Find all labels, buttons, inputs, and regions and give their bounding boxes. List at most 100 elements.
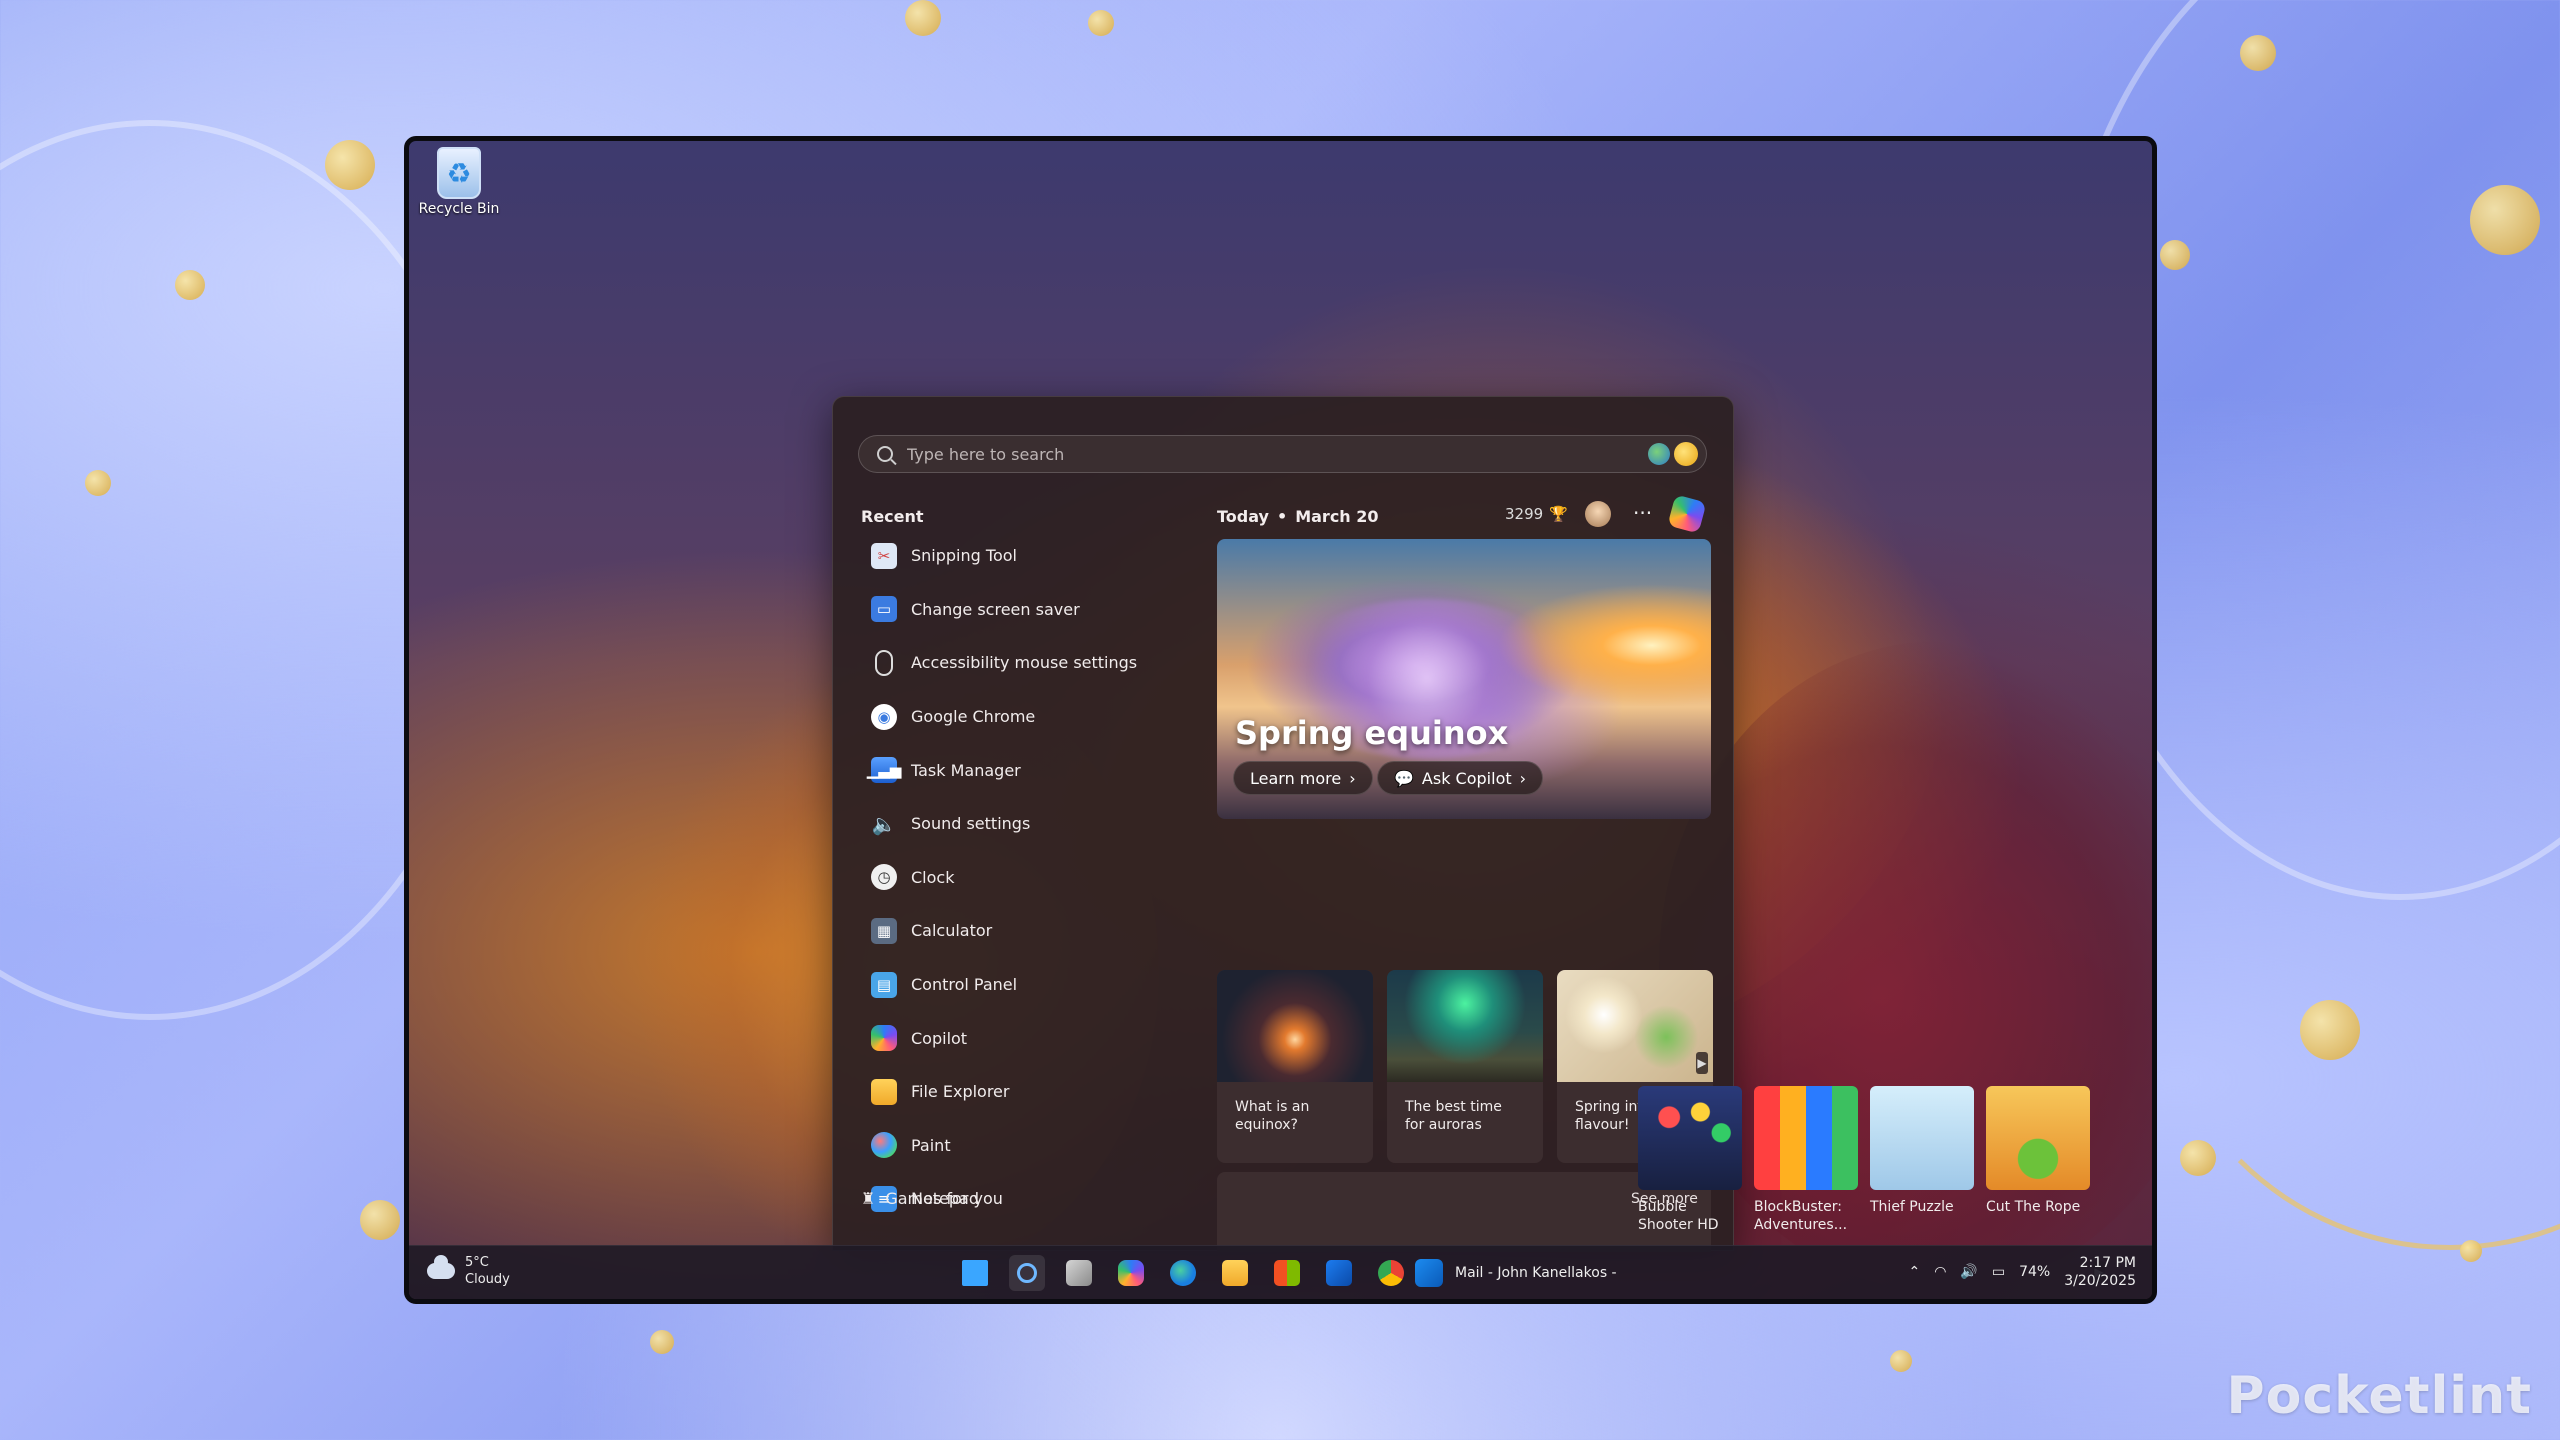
taskbar-clock[interactable]: 2:17 PM 3/20/2025 — [2064, 1254, 2136, 1290]
task-manager-icon: ▁▃▅ — [867, 757, 901, 784]
desktop-screen: Recycle Bin Recent ✂Snipping Tool ▭Chang… — [404, 136, 2157, 1304]
task-view-button[interactable] — [1061, 1255, 1097, 1291]
search-icon — [877, 446, 893, 462]
recycle-bin[interactable]: Recycle Bin — [409, 141, 509, 217]
chat-icon: 💬 — [1394, 768, 1414, 788]
news-card-caption: The best time for auroras — [1405, 1099, 1502, 1133]
battery-icon[interactable]: ▭ — [1992, 1264, 2005, 1280]
recent-item-file-explorer[interactable]: File Explorer — [871, 1065, 1201, 1119]
folder-icon — [1222, 1260, 1248, 1286]
learn-more-button[interactable]: Learn more › — [1233, 761, 1373, 795]
taskbar-file-explorer[interactable] — [1217, 1255, 1253, 1291]
cards-next-icon[interactable]: ▶ — [1696, 1052, 1708, 1074]
game-thumbnail — [1870, 1086, 1974, 1190]
taskbar-app[interactable] — [1321, 1255, 1357, 1291]
recent-item-control-panel[interactable]: ▤ Control Panel — [871, 958, 1201, 1012]
sun-icon — [1674, 442, 1698, 466]
taskbar-edge[interactable] — [1165, 1255, 1201, 1291]
recent-item-google-chrome[interactable]: ◉ Google Chrome — [871, 690, 1201, 744]
mouse-icon — [875, 649, 893, 676]
speaker-icon: 🔈 — [871, 811, 897, 836]
recent-item-copilot[interactable]: Copilot — [871, 1011, 1201, 1065]
game-tile[interactable]: BlockBuster: Adventures... — [1754, 1086, 1858, 1234]
folder-icon — [871, 1078, 897, 1105]
news-card[interactable]: What is an equinox? — [1217, 970, 1373, 1163]
taskbar-store[interactable] — [1269, 1255, 1305, 1291]
recycle-bin-icon — [437, 147, 481, 199]
taskbar-copilot[interactable] — [1113, 1255, 1149, 1291]
recent-item-sound-settings[interactable]: 🔈 Sound settings — [871, 797, 1201, 851]
search-icon — [1017, 1263, 1037, 1283]
recent-item-snipping-tool[interactable]: ✂ Snipping Tool — [871, 529, 1201, 583]
cloud-icon — [427, 1255, 455, 1279]
game-tile[interactable]: Bubble Shooter HD — [1638, 1086, 1742, 1234]
recent-item-clock[interactable]: ◷ Clock — [871, 851, 1201, 905]
chess-icon: ♜ — [861, 1189, 876, 1208]
game-tile[interactable]: Cut The Rope — [1986, 1086, 2090, 1216]
hero-card[interactable]: Spring equinox Learn more › 💬 Ask Copilot › — [1217, 539, 1711, 819]
recent-item-task-manager[interactable]: ▁▃▅ Task Manager — [867, 743, 1201, 797]
control-panel-icon: ▤ — [871, 971, 897, 998]
volume-icon[interactable]: 🔊 — [1960, 1264, 1977, 1280]
trophy-icon: 🏆 — [1549, 505, 1568, 523]
today-header: Today • March 20 — [1217, 507, 1379, 526]
recent-item-calculator[interactable]: ▦ Calculator — [871, 904, 1201, 958]
recent-heading: Recent — [861, 507, 924, 526]
search-highlight[interactable] — [1648, 442, 1698, 466]
news-card-image — [1387, 970, 1543, 1082]
rewards-points[interactable]: 3299 🏆 — [1505, 505, 1568, 523]
news-card[interactable]: The best time for auroras — [1387, 970, 1543, 1163]
recent-item-paint[interactable]: Paint — [871, 1119, 1201, 1173]
taskbar: 5°C Cloudy Mail - John Kanellakos - ⌃ ◠ … — [409, 1245, 2152, 1299]
news-card-image — [1217, 970, 1373, 1082]
chevron-right-icon: › — [1349, 768, 1356, 788]
game-thumbnail — [1638, 1086, 1742, 1190]
recycle-bin-label: Recycle Bin — [418, 201, 500, 217]
chrome-icon — [1378, 1260, 1404, 1286]
recent-list: ✂ Snipping Tool ▭ Change screen saver Acce… — [867, 529, 1201, 1226]
recent-item-screen-saver[interactable]: ▭ Change screen saver — [871, 583, 1201, 637]
wifi-icon[interactable]: ◠ — [1934, 1264, 1946, 1280]
task-view-icon — [1066, 1260, 1092, 1286]
weather-widget[interactable]: 5°C Cloudy — [427, 1254, 510, 1288]
game-thumbnail — [1986, 1086, 2090, 1190]
windows-logo-icon — [962, 1260, 988, 1286]
game-tile[interactable]: Thief Puzzle — [1870, 1086, 1974, 1216]
copilot-icon — [871, 1025, 897, 1052]
app-icon — [1326, 1260, 1352, 1286]
recent-item-mouse-settings[interactable]: Accessibility mouse settings — [871, 636, 1201, 690]
battery-percent: 74% — [2019, 1264, 2051, 1280]
hero-title: Spring equinox — [1235, 714, 1509, 752]
search-panel: Recent ✂Snipping Tool ▭Change screen sav… — [832, 396, 1734, 1252]
copilot-icon[interactable] — [1667, 494, 1707, 534]
avatar[interactable] — [1585, 501, 1611, 527]
screen-saver-icon: ▭ — [871, 596, 897, 623]
snipping-tool-icon: ✂ — [871, 542, 897, 569]
start-button[interactable] — [957, 1255, 993, 1291]
taskbar-apps — [957, 1255, 1409, 1291]
copilot-icon — [1118, 1260, 1144, 1286]
chrome-icon: ◉ — [871, 703, 897, 730]
edge-icon — [1170, 1260, 1196, 1286]
mail-icon — [1415, 1259, 1443, 1287]
taskbar-chrome[interactable] — [1373, 1255, 1409, 1291]
news-card-image — [1557, 970, 1713, 1082]
taskbar-mail[interactable]: Mail - John Kanellakos - — [1415, 1254, 1617, 1292]
store-icon — [1274, 1260, 1300, 1286]
watermark-logo: Pocketlint — [2226, 1366, 2532, 1426]
chevron-up-icon[interactable]: ⌃ — [1908, 1264, 1920, 1280]
ask-copilot-button[interactable]: 💬 Ask Copilot › — [1377, 761, 1544, 795]
paint-icon — [871, 1132, 897, 1159]
games-heading: ♜ Games for you — [861, 1189, 1003, 1208]
calculator-icon: ▦ — [871, 917, 897, 944]
game-thumbnail — [1754, 1086, 1858, 1190]
more-options-icon[interactable]: ··· — [1633, 501, 1652, 525]
system-tray: ⌃ ◠ 🔊 ▭ 74% 2:17 PM 3/20/2025 — [1908, 1254, 2136, 1290]
globe-icon — [1648, 443, 1670, 465]
search-input[interactable] — [907, 444, 1607, 464]
chevron-right-icon: › — [1519, 768, 1527, 788]
taskbar-search-button[interactable] — [1009, 1255, 1045, 1291]
news-card-caption: What is an equinox? — [1235, 1099, 1310, 1133]
search-box[interactable] — [858, 435, 1707, 473]
clock-icon: ◷ — [871, 864, 897, 891]
